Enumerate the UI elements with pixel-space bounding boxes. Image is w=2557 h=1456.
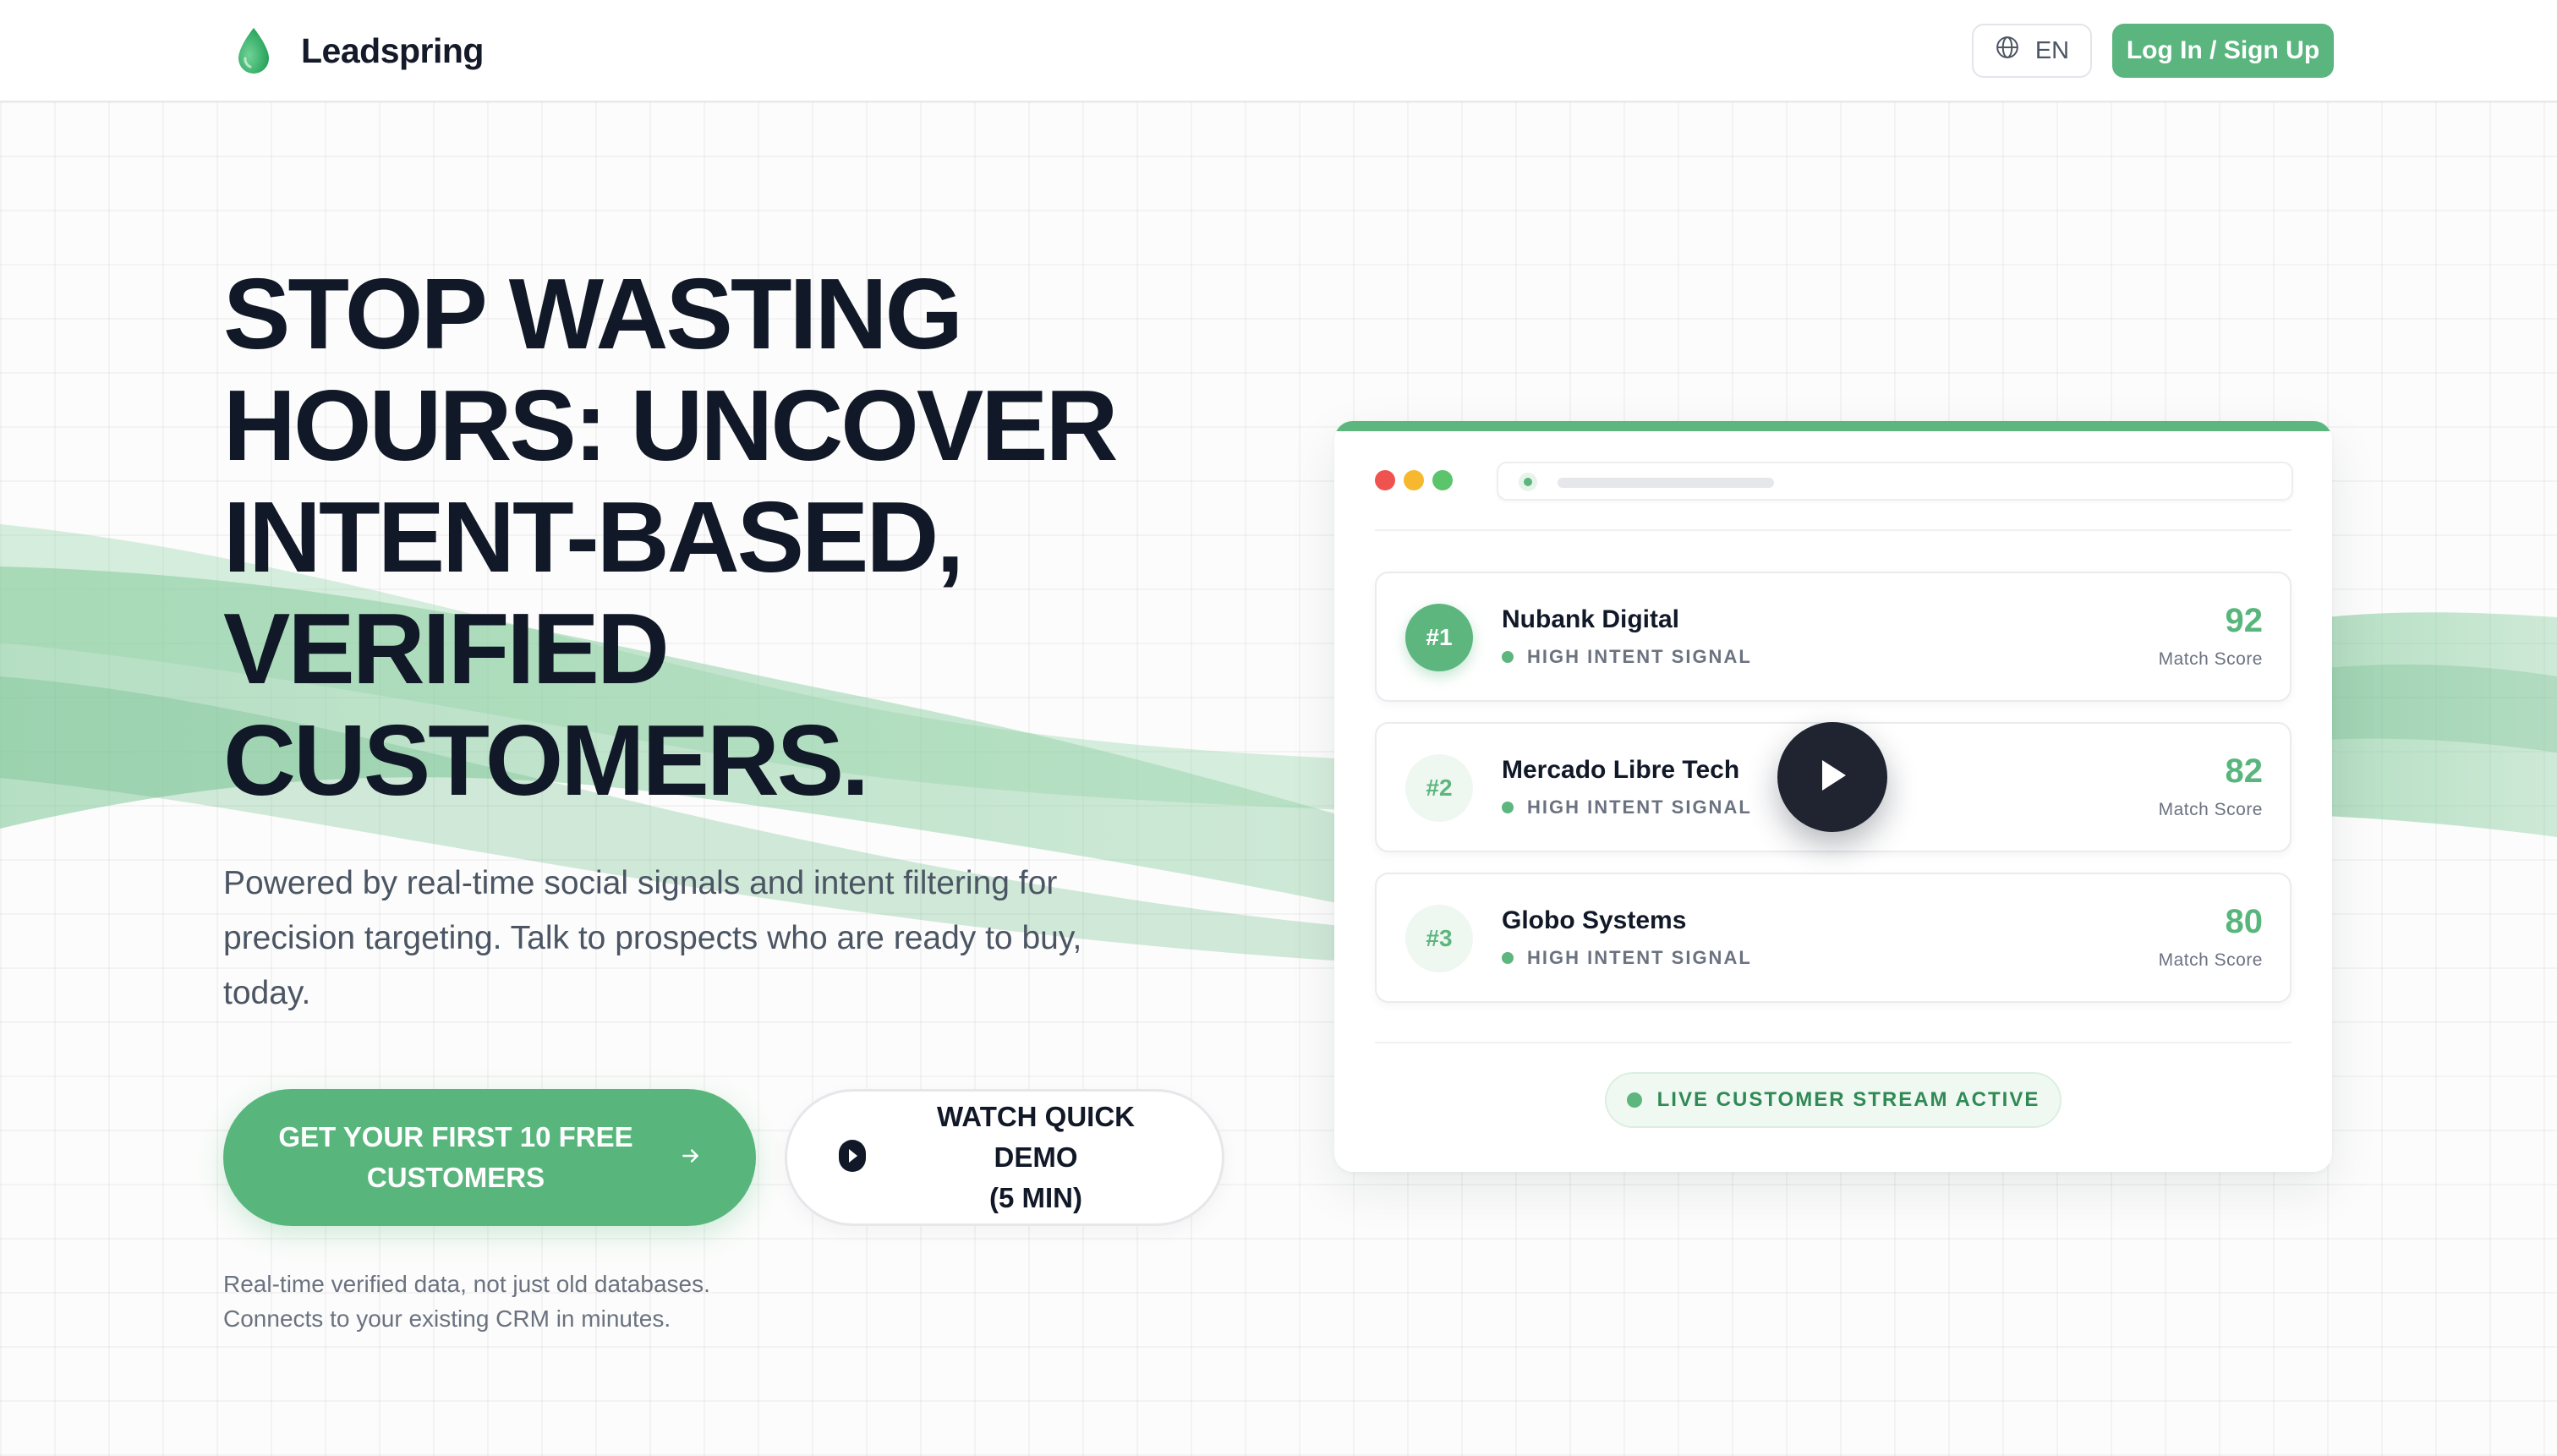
watch-demo-button[interactable]: WATCH QUICK DEMO (5 MIN)	[785, 1089, 1224, 1226]
language-selector[interactable]: EN	[1972, 24, 2092, 78]
lead-company-name: Mercado Libre Tech	[1502, 756, 1740, 784]
cta-secondary-line: WATCH QUICK DEMO	[936, 1101, 1136, 1173]
lead-match-score-label: Match Score	[2158, 950, 2263, 970]
lead-signal: HIGH INTENT SIGNAL	[1502, 796, 1752, 818]
play-icon	[1815, 757, 1849, 798]
divider	[1375, 1042, 2291, 1043]
live-stream-label: LIVE CUSTOMER STREAM ACTIVE	[1656, 1088, 2040, 1111]
brand-logo[interactable]: Leadspring	[228, 24, 484, 78]
lead-match-score: 82	[2225, 753, 2264, 790]
browser-url-bar	[1497, 462, 2293, 501]
live-stream-badge: LIVE CUSTOMER STREAM ACTIVE	[1605, 1072, 2061, 1128]
lead-match-score-label: Match Score	[2158, 800, 2263, 819]
cta-primary-label: GET YOUR FIRST 10 FREE CUSTOMERS	[257, 1117, 654, 1198]
card-accent-bar	[1334, 421, 2332, 431]
lead-signal: HIGH INTENT SIGNAL	[1502, 646, 1752, 668]
lead-company-name: Globo Systems	[1502, 906, 1687, 934]
window-dot-red	[1375, 470, 1395, 490]
hero-title: STOP WASTING HOURS: UNCOVER INTENT-BASED…	[223, 259, 1238, 817]
hero-footnote: Real-time verified data, not just old da…	[223, 1267, 984, 1336]
hero-title-line: CUSTOMERS.	[223, 704, 869, 817]
hero-subtitle-line: today.	[223, 975, 311, 1011]
window-dot-green	[1432, 470, 1453, 490]
lead-row[interactable]: #3 Globo Systems HIGH INTENT SIGNAL 80 M…	[1375, 873, 2291, 1003]
globe-icon	[1995, 35, 2020, 67]
lead-row[interactable]: #1 Nubank Digital HIGH INTENT SIGNAL 92 …	[1375, 572, 2291, 702]
divider	[1375, 529, 2291, 531]
url-placeholder-line	[1558, 478, 1774, 488]
secure-indicator-icon	[1519, 473, 1537, 491]
hero-title-line: STOP WASTING	[223, 258, 963, 370]
lead-signal-label: HIGH INTENT SIGNAL	[1527, 947, 1752, 968]
window-dot-yellow	[1404, 470, 1424, 490]
video-play-button[interactable]	[1777, 722, 1887, 832]
hero-subtitle-line: Powered by real-time social signals and …	[223, 865, 1058, 901]
cta-primary-line: GET YOUR FIRST 10 FREE	[278, 1121, 633, 1152]
brand-name: Leadspring	[301, 30, 484, 70]
lead-match-score: 80	[2225, 903, 2264, 940]
hero-title-line: INTENT-BASED,	[223, 481, 964, 594]
lead-rank-badge: #3	[1405, 905, 1473, 972]
status-dot-icon	[1502, 802, 1514, 813]
top-nav: Leadspring EN Log In / Sign Up	[0, 0, 2557, 102]
cta-secondary-line: (5 MIN)	[989, 1182, 1082, 1213]
lead-match-score-label: Match Score	[2158, 649, 2263, 669]
status-dot-icon	[1502, 952, 1514, 964]
lead-rank-badge: #2	[1405, 754, 1473, 822]
arrow-right-icon	[680, 1145, 702, 1171]
lead-match-score: 92	[2225, 602, 2264, 639]
login-signup-button[interactable]: Log In / Sign Up	[2112, 24, 2334, 78]
cta-primary-line: CUSTOMERS	[366, 1162, 545, 1193]
language-label: EN	[2034, 36, 2070, 64]
lead-signal-label: HIGH INTENT SIGNAL	[1527, 646, 1752, 667]
get-free-customers-button[interactable]: GET YOUR FIRST 10 FREE CUSTOMERS	[223, 1089, 756, 1226]
lead-rank-badge: #1	[1405, 604, 1473, 671]
droplet-icon	[228, 24, 279, 78]
play-circle-icon	[838, 1139, 867, 1177]
status-dot-icon	[1502, 651, 1514, 663]
hero-subtitle: Powered by real-time social signals and …	[223, 856, 1170, 1021]
lead-signal: HIGH INTENT SIGNAL	[1502, 947, 1752, 969]
footnote-line: Connects to your existing CRM in minutes…	[223, 1305, 671, 1332]
lead-company-name: Nubank Digital	[1502, 605, 1680, 633]
hero-title-line: VERIFIED	[223, 593, 670, 705]
hero-subtitle-line: precision targeting. Talk to prospects w…	[223, 920, 1082, 956]
lead-signal-label: HIGH INTENT SIGNAL	[1527, 796, 1752, 818]
footnote-line: Real-time verified data, not just old da…	[223, 1271, 710, 1297]
hero-title-line: HOURS: UNCOVER	[223, 369, 1119, 482]
cta-secondary-label: WATCH QUICK DEMO (5 MIN)	[892, 1097, 1180, 1218]
live-dot-icon	[1626, 1092, 1642, 1108]
